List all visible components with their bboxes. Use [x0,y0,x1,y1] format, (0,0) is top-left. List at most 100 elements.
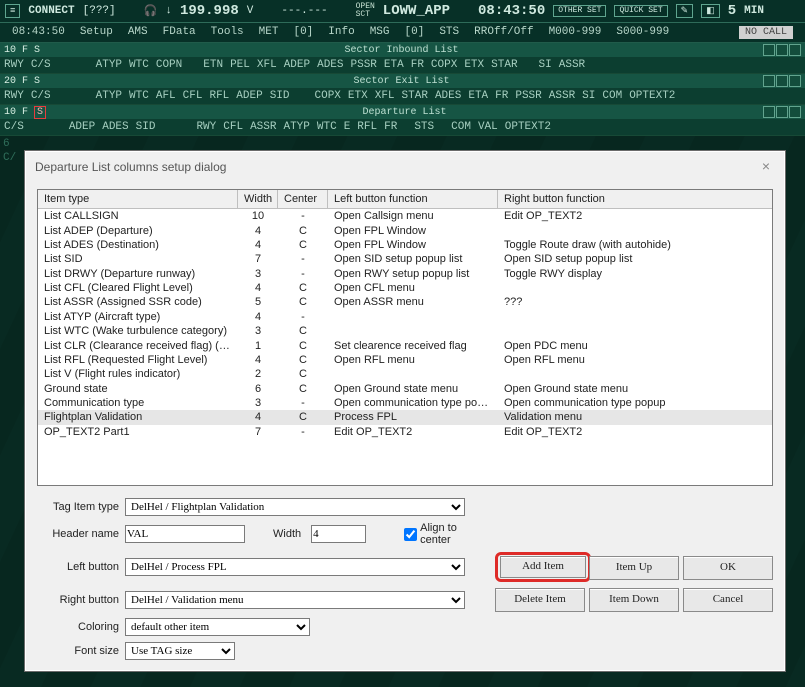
minimize-icon[interactable] [763,106,775,118]
header-name-label: Header name [37,528,125,540]
status-clock: 08:43:50 [478,3,545,19]
maximize-icon[interactable] [776,75,788,87]
table-row[interactable]: List V (Flight rules indicator)2C [38,367,772,381]
menu-clock: 08:43:50 [12,26,65,39]
align-center-checkbox[interactable]: Align to center [404,522,465,546]
table-row[interactable]: List CALLSIGN10-Open Callsign menuEdit O… [38,209,772,223]
cancel-button[interactable]: Cancel [683,588,773,612]
menu-tools[interactable]: Tools [211,26,244,39]
tool-icon-1[interactable]: ✎ [676,4,694,18]
delete-item-button[interactable]: Delete Item [495,588,585,612]
menu-rroff[interactable]: RROff/Off [474,26,533,39]
menu-info[interactable]: Info [328,26,354,39]
col-center[interactable]: Center [278,190,328,208]
add-item-button[interactable]: Add Item [500,556,586,578]
right-button-select[interactable]: DelHel / Validation menu [125,591,465,609]
table-row[interactable]: Ground state6COpen Ground state menuOpen… [38,382,772,396]
table-row[interactable]: OP_TEXT2 Part17-Edit OP_TEXT2Edit OP_TEX… [38,425,772,439]
quick-set[interactable]: QUICK SET [614,5,667,17]
add-item-highlight: Add Item [495,552,591,582]
table-row[interactable]: List ATYP (Aircraft type)4- [38,310,772,324]
dep-header-row: C/S ADEPADESSID RWYCFLASSR ATYPWTCE RFLF… [0,119,805,136]
min-label: MIN [744,5,764,17]
col-width[interactable]: Width [238,190,278,208]
minimize-icon[interactable] [763,44,775,56]
font-size-select[interactable]: Use TAG size [125,642,235,660]
left-button-select[interactable]: DelHel / Process FPL [125,558,465,576]
other-set[interactable]: OTHER SET [553,5,606,17]
exit-title: Sector Exit List [40,76,763,87]
col-right-fn[interactable]: Right button function [498,190,772,208]
table-row[interactable]: List RFL (Requested Flight Level)4COpen … [38,353,772,367]
menu-setup[interactable]: Setup [80,26,113,39]
dep-s-badge[interactable]: S [34,106,46,119]
tag-item-type-label: Tag Item type [37,501,125,513]
exit-tag: 20 F S [4,76,40,87]
item-down-button[interactable]: Item Down [589,588,679,612]
secondary-freq: ---.--- [281,5,327,17]
dep-title: Departure List [46,107,763,118]
menu-srange[interactable]: S000-999 [616,26,669,39]
dialog-title-bar[interactable]: Departure List columns setup dialog × [25,151,785,183]
menu-msg-badge: [0] [405,26,425,39]
menu-mrange[interactable]: M000-999 [549,26,602,39]
headset-icon: 🎧 [144,4,158,18]
table-row[interactable]: List WTC (Wake turbulence category)3C [38,324,772,338]
menu-sts[interactable]: STS [439,26,459,39]
right-button-label: Right button [37,594,125,606]
menu-met-badge: [0] [293,26,313,39]
arrow-down-icon: ↓ [165,5,172,17]
columns-grid: Item type Width Center Left button funct… [37,189,773,486]
grid-header: Item type Width Center Left button funct… [38,190,772,209]
sct-label: SCT [356,11,375,19]
table-row[interactable]: Flightplan Validation4CProcess FPLValida… [38,410,772,424]
table-row[interactable]: List ADES (Destination)4COpen FPL Window… [38,238,772,252]
menu-msg[interactable]: MSG [370,26,390,39]
minimize-icon[interactable] [763,75,775,87]
col-left-fn[interactable]: Left button function [328,190,498,208]
item-up-button[interactable]: Item Up [589,556,679,580]
menu-ams[interactable]: AMS [128,26,148,39]
departure-list: 10 F S Departure List C/S ADEPADESSID RW… [0,105,805,136]
bg-label-6: 6 [3,138,10,150]
tag-item-type-select[interactable]: DelHel / Flightplan Validation [125,498,465,516]
digit-5: 5 [728,3,736,19]
left-button-label: Left button [37,561,125,573]
maximize-icon[interactable] [776,44,788,56]
table-row[interactable]: List ADEP (Departure)4COpen FPL Window [38,223,772,237]
close-icon[interactable] [789,44,801,56]
dep-tag: 10 F S [4,107,46,118]
col-item-type[interactable]: Item type [38,190,238,208]
no-call-badge: NO CALL [739,26,793,39]
menu-met[interactable]: MET [259,26,279,39]
table-row[interactable]: Communication type3-Open communication t… [38,396,772,410]
menu-icon[interactable]: ≡ [5,4,20,18]
close-icon[interactable]: × [757,158,775,176]
close-icon[interactable] [789,75,801,87]
close-icon[interactable] [789,106,801,118]
table-row[interactable]: List CFL (Cleared Flight Level)4COpen CF… [38,281,772,295]
inbound-header-row: RWYC/S ATYPWTCCOPN ETNPELXFL ADEPADESPSS… [0,57,805,74]
departure-columns-dialog: Departure List columns setup dialog × It… [24,150,786,672]
table-row[interactable]: List CLR (Clearance received flag) (shor… [38,338,772,352]
table-row[interactable]: List DRWY (Departure runway)3-Open RWY s… [38,267,772,281]
maximize-icon[interactable] [776,106,788,118]
menu-fdata[interactable]: FData [163,26,196,39]
align-center-input[interactable] [404,528,417,541]
table-row[interactable]: List SID7-Open SID setup popup listOpen … [38,252,772,266]
sector-inbound-list: 10 F S Sector Inbound List RWYC/S ATYPWT… [0,43,805,74]
exit-header-row: RWYC/S ATYPWTCAFL CFLRFLADEPSID COPXETXX… [0,88,805,105]
dialog-title-text: Departure List columns setup dialog [35,160,226,174]
top-status-bar: ≡ CONNECT [???] 🎧 ↓ 199.998 V ---.--- OP… [0,0,805,23]
coloring-select[interactable]: default other item [125,618,310,636]
ok-button[interactable]: OK [683,556,773,580]
header-name-input[interactable] [125,525,245,543]
font-size-label: Font size [37,645,125,657]
connect-label[interactable]: CONNECT [28,5,74,17]
freq-v: V [247,5,254,17]
table-row[interactable]: List ASSR (Assigned SSR code)5COpen ASSR… [38,295,772,309]
connect-state: [???] [83,5,116,17]
width-input[interactable] [311,525,366,543]
width-label: Width [273,528,301,540]
tool-icon-2[interactable]: ◧ [701,4,720,18]
